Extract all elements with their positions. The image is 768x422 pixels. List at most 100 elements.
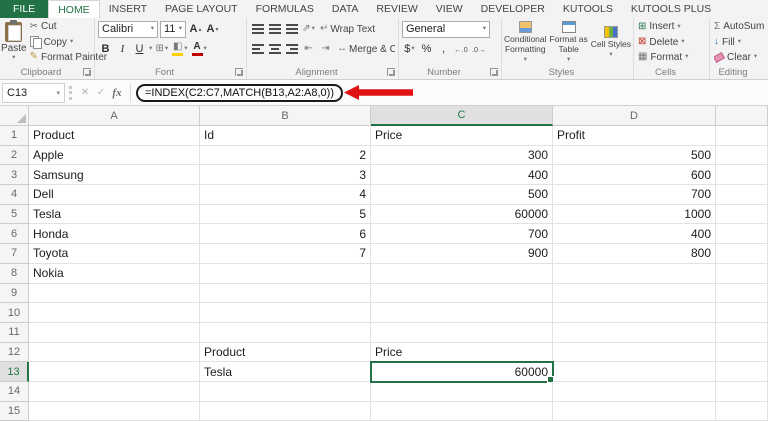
underline-button[interactable]: U (132, 41, 147, 58)
cell-C10[interactable] (371, 303, 553, 323)
cell-D6[interactable]: 400 (553, 224, 716, 245)
cell-C9[interactable] (371, 283, 553, 304)
cell-A1[interactable]: Product (29, 126, 200, 146)
cell-D10[interactable] (553, 303, 716, 323)
row-header-7[interactable]: 7 (0, 244, 29, 264)
cell-A12[interactable] (29, 342, 200, 363)
row-header-11[interactable]: 11 (0, 322, 29, 343)
cell-B10[interactable] (200, 303, 371, 323)
cancel-icon[interactable]: ✕ (77, 87, 93, 98)
cell-A4[interactable]: Dell (29, 185, 200, 205)
cell-A11[interactable] (29, 322, 200, 343)
cell-B1[interactable]: Id (200, 126, 371, 146)
tab-page-layout[interactable]: PAGE LAYOUT (156, 0, 247, 18)
column-header-A[interactable]: A (29, 106, 200, 126)
clear-button[interactable]: Clear ▾ (714, 50, 764, 65)
cell-A9[interactable] (29, 283, 200, 304)
cell-D1[interactable]: Profit (553, 126, 716, 146)
tab-insert[interactable]: INSERT (100, 0, 156, 18)
row-header-6[interactable]: 6 (0, 224, 29, 245)
cell-A7[interactable]: Toyota (29, 244, 200, 264)
cell-E7[interactable] (716, 244, 768, 264)
cell-D8[interactable] (553, 263, 716, 284)
cell-E12[interactable] (716, 342, 768, 363)
accounting-format-button[interactable]: $ ▾ (402, 41, 417, 58)
cell-A14[interactable] (29, 381, 200, 402)
alignment-dialog-launcher[interactable] (387, 68, 395, 76)
decrease-decimal-button[interactable]: .0→ (471, 41, 487, 58)
insert-function-icon[interactable]: fx (109, 87, 125, 99)
percent-style-button[interactable]: % (419, 41, 434, 58)
cell-E11[interactable] (716, 322, 768, 343)
fill-color-button[interactable]: ◧ ▾ (171, 41, 188, 58)
cell-A3[interactable]: Samsung (29, 165, 200, 186)
comma-style-button[interactable]: , (436, 41, 451, 58)
select-all-button[interactable] (0, 106, 29, 126)
format-as-table-button[interactable]: Format as Table ▾ (548, 19, 590, 65)
font-name-select[interactable]: Calibri ▾ (98, 20, 158, 38)
cell-B4[interactable]: 4 (200, 185, 371, 205)
cell-C12[interactable]: Price (371, 342, 553, 363)
column-header-E[interactable] (716, 106, 768, 126)
number-dialog-launcher[interactable] (490, 68, 498, 76)
cell-D4[interactable]: 700 (553, 185, 716, 205)
cell-C11[interactable] (371, 322, 553, 343)
tab-home[interactable]: HOME (48, 0, 100, 18)
cell-D11[interactable] (553, 322, 716, 343)
align-center-button[interactable] (267, 41, 282, 58)
row-header-15[interactable]: 15 (0, 401, 29, 422)
cell-E5[interactable] (716, 204, 768, 225)
cell-B5[interactable]: 5 (200, 204, 371, 225)
tab-developer[interactable]: DEVELOPER (472, 0, 554, 18)
cell-C4[interactable]: 500 (371, 185, 553, 205)
cell-B11[interactable] (200, 322, 371, 343)
cell-E14[interactable] (716, 381, 768, 402)
row-header-14[interactable]: 14 (0, 381, 29, 402)
cell-D2[interactable]: 500 (553, 145, 716, 166)
insert-cells-button[interactable]: ⊞ Insert ▾ (638, 19, 705, 34)
column-header-C[interactable]: C (371, 106, 553, 126)
cell-E2[interactable] (716, 145, 768, 166)
row-header-10[interactable]: 10 (0, 303, 29, 323)
bold-button[interactable]: B (98, 41, 113, 58)
align-right-button[interactable] (284, 41, 299, 58)
cell-B13[interactable]: Tesla (200, 362, 371, 382)
orientation-button[interactable]: ⇗ ▾ (301, 21, 316, 38)
autosum-button[interactable]: Σ AutoSum ▾ (714, 19, 764, 34)
tab-data[interactable]: DATA (323, 0, 367, 18)
cell-E15[interactable] (716, 401, 768, 422)
clipboard-dialog-launcher[interactable] (83, 68, 91, 76)
cell-C15[interactable] (371, 401, 553, 422)
paste-button[interactable]: Paste ▾ (1, 19, 27, 65)
wrap-text-button[interactable]: ↵ Wrap Text (318, 21, 377, 38)
cell-A8[interactable]: Nokia (29, 263, 200, 284)
cell-A5[interactable]: Tesla (29, 204, 200, 225)
tab-view[interactable]: VIEW (427, 0, 472, 18)
cell-C14[interactable] (371, 381, 553, 402)
row-header-9[interactable]: 9 (0, 283, 29, 304)
align-left-button[interactable] (250, 41, 265, 58)
column-header-D[interactable]: D (553, 106, 716, 126)
conditional-formatting-button[interactable]: Conditional Formatting ▾ (503, 19, 548, 65)
cell-D13[interactable] (553, 362, 716, 382)
cell-D3[interactable]: 600 (553, 165, 716, 186)
row-header-1[interactable]: 1 (0, 126, 29, 146)
column-header-B[interactable]: B (200, 106, 371, 126)
cell-A15[interactable] (29, 401, 200, 422)
tab-kutools[interactable]: KUTOOLS (554, 0, 622, 18)
font-color-button[interactable]: A ▾ (191, 41, 208, 58)
cell-B9[interactable] (200, 283, 371, 304)
align-middle-button[interactable] (267, 21, 282, 38)
enter-icon[interactable]: ✓ (93, 87, 109, 98)
number-format-select[interactable]: General ▾ (402, 20, 490, 38)
decrease-indent-button[interactable]: ⇤ (301, 41, 316, 58)
row-header-5[interactable]: 5 (0, 204, 29, 225)
cell-B6[interactable]: 6 (200, 224, 371, 245)
cell-C7[interactable]: 900 (371, 244, 553, 264)
cell-A6[interactable]: Honda (29, 224, 200, 245)
increase-indent-button[interactable]: ⇥ (318, 41, 333, 58)
formula-input[interactable]: =INDEX(C2:C7,MATCH(B13,A2:A8,0)) (136, 83, 768, 102)
cell-C13[interactable]: 60000 (370, 361, 554, 383)
cell-D7[interactable]: 800 (553, 244, 716, 264)
font-dialog-launcher[interactable] (235, 68, 243, 76)
